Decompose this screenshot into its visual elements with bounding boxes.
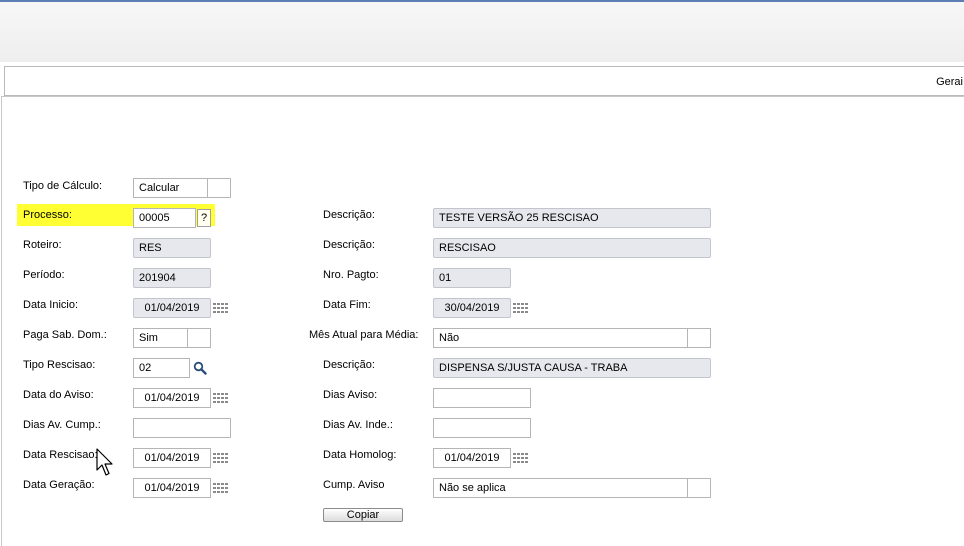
paga-sab-dom-label: Paga Sab. Dom.: [23,329,107,341]
mes-atual-select[interactable]: Não [433,328,689,348]
mes-atual-label: Mês Atual para Média: [309,329,419,341]
search-icon[interactable] [193,361,207,375]
dias-aviso-label: Dias Aviso: [323,389,378,401]
data-geracao-label: Data Geração: [23,479,95,491]
calendar-icon[interactable] [213,482,229,494]
cump-aviso-dropdown-button[interactable] [687,478,711,498]
processo-input[interactable]: 00005 [133,208,196,228]
tipo-calculo-select[interactable]: Calcular [133,178,208,198]
descricao-rescisao-label: Descrição: [323,359,375,371]
descricao-processo-field: TESTE VERSÃO 25 RESCISAO [433,208,711,228]
processo-label: Processo: [23,209,72,221]
dias-av-cump-label: Dias Av. Cump.: [23,419,101,431]
tab-gerais[interactable]: Gerai [936,76,963,88]
roteiro-field: RES [133,238,211,258]
calendar-icon[interactable] [513,452,529,464]
data-aviso-label: Data do Aviso: [23,389,94,401]
roteiro-label: Roteiro: [23,239,62,251]
data-homolog-label: Data Homolog: [323,449,397,461]
dias-av-inde-label: Dias Av. Inde.: [323,419,393,431]
processo-help-button[interactable]: ? [197,209,211,227]
tipo-calculo-label: Tipo de Cálculo: [23,180,103,192]
data-rescisao-label: Data Rescisao: [23,449,98,461]
cump-aviso-label: Cump. Aviso [323,479,385,491]
nro-pagto-label: Nro. Pagto: [323,269,379,281]
dias-aviso-input[interactable] [433,388,531,408]
mouse-cursor-icon [96,448,113,476]
data-aviso-input[interactable]: 01/04/2019 [133,388,211,408]
paga-sab-dom-dropdown-button[interactable] [187,328,211,348]
calendar-icon[interactable] [513,302,529,314]
descricao-rescisao-field: DISPENSA S/JUSTA CAUSA - TRABA [433,358,711,378]
copiar-button[interactable]: Copiar [323,508,403,522]
descricao-roteiro-label: Descrição: [323,239,375,251]
descricao-roteiro-field: RESCISAO [433,238,711,258]
periodo-label: Período: [23,269,65,281]
mes-atual-dropdown-button[interactable] [687,328,711,348]
calendar-icon[interactable] [213,302,229,314]
data-inicio-field: 01/04/2019 [133,298,211,318]
data-rescisao-input[interactable]: 01/04/2019 [133,448,211,468]
dias-av-cump-input[interactable] [133,418,231,438]
dias-av-inde-input[interactable] [433,418,531,438]
paga-sab-dom-select[interactable]: Sim [133,328,188,348]
calendar-icon[interactable] [213,392,229,404]
tipo-rescisao-input[interactable]: 02 [133,358,190,378]
descricao-processo-label: Descrição: [323,209,375,221]
data-geracao-input[interactable]: 01/04/2019 [133,478,211,498]
tipo-rescisao-label: Tipo Rescisao: [23,359,96,371]
tab-strip: Gerai [4,66,964,96]
data-homolog-input[interactable]: 01/04/2019 [433,448,511,468]
top-toolbar-area [0,0,964,62]
data-inicio-label: Data Inicio: [23,299,79,311]
cump-aviso-select[interactable]: Não se aplica [433,478,689,498]
tipo-calculo-dropdown-button[interactable] [207,178,231,198]
periodo-field: 201904 [133,268,211,288]
calendar-icon[interactable] [213,452,229,464]
nro-pagto-field: 01 [433,268,511,288]
data-fim-field: 30/04/2019 [433,298,511,318]
data-fim-label: Data Fim: [323,299,371,311]
